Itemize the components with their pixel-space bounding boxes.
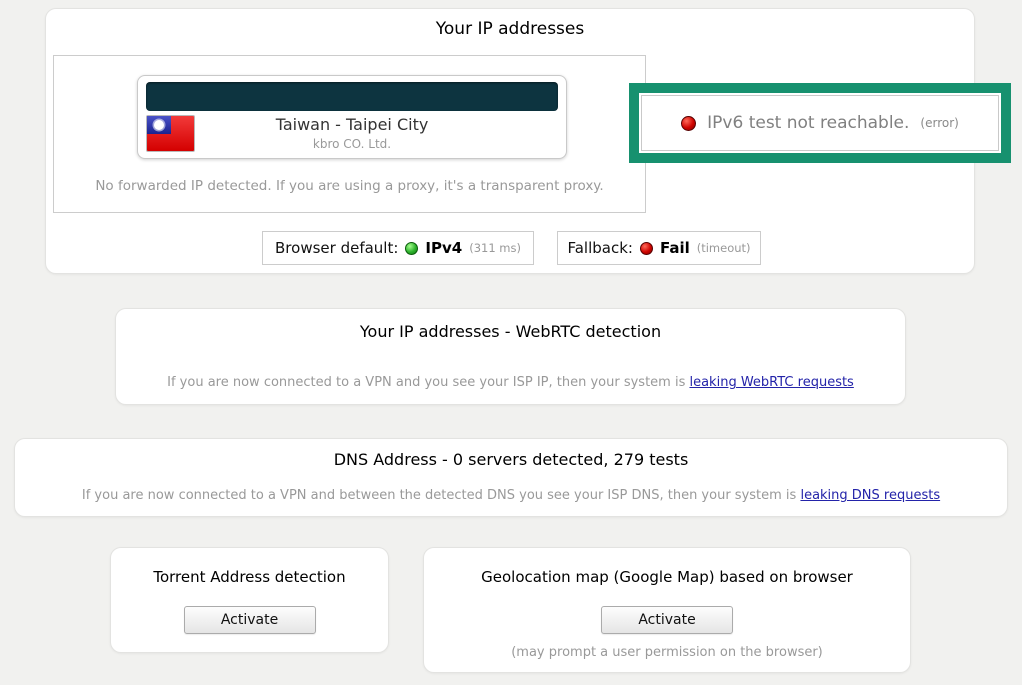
webrtc-description-text: If you are now connected to a VPN and yo…	[167, 375, 689, 390]
forwarded-ip-note: No forwarded IP detected. If you are usi…	[54, 178, 645, 194]
browser-default-status: Browser default: IPv4 (311 ms)	[262, 231, 534, 265]
ip-isp-label: kbro CO. Ltd.	[138, 137, 566, 151]
ipv6-status-detail: (error)	[920, 116, 958, 130]
browser-default-latency: (311 ms)	[469, 241, 521, 255]
fallback-status: Fallback: Fail (timeout)	[557, 231, 761, 265]
webrtc-description: If you are now connected to a VPN and yo…	[116, 375, 905, 390]
dns-description-text: If you are now connected to a VPN and be…	[82, 488, 801, 503]
ipv6-status-box: IPv6 test not reachable. (error)	[641, 95, 999, 151]
status-dot-error-icon	[681, 116, 696, 131]
dns-title: DNS Address - 0 servers detected, 279 te…	[15, 450, 1007, 469]
geolocation-title: Geolocation map (Google Map) based on br…	[424, 568, 910, 586]
dns-card: DNS Address - 0 servers detected, 279 te…	[14, 438, 1008, 517]
ipv6-status-text: IPv6 test not reachable.	[707, 113, 909, 133]
ip-addresses-title: Your IP addresses	[46, 19, 974, 39]
browser-default-value: IPv4	[425, 239, 462, 257]
ip-location-label: Taiwan - Taipei City	[138, 115, 566, 134]
ipv6-highlight-annotation: IPv6 test not reachable. (error)	[629, 83, 1011, 163]
ip-address-redacted	[146, 82, 558, 111]
dns-leak-link[interactable]: leaking DNS requests	[800, 488, 940, 503]
webrtc-card: Your IP addresses - WebRTC detection If …	[115, 308, 906, 405]
torrent-card: Torrent Address detection Activate	[110, 547, 389, 653]
dns-description: If you are now connected to a VPN and be…	[15, 488, 1007, 503]
ip-entry-card: Taiwan - Taipei City kbro CO. Ltd.	[137, 75, 567, 159]
webrtc-title: Your IP addresses - WebRTC detection	[116, 322, 905, 341]
ip-result-panel: Taiwan - Taipei City kbro CO. Ltd. No fo…	[53, 55, 646, 213]
geolocation-permission-note: (may prompt a user permission on the bro…	[424, 645, 910, 660]
geolocation-card: Geolocation map (Google Map) based on br…	[423, 547, 911, 673]
torrent-activate-button[interactable]: Activate	[184, 606, 316, 634]
fallback-value: Fail	[660, 239, 690, 257]
ip-addresses-card: Your IP addresses Taiwan - Taipei City k…	[45, 8, 975, 274]
ip-leak-test-page: Your IP addresses Taiwan - Taipei City k…	[0, 0, 1022, 685]
fallback-detail: (timeout)	[697, 241, 751, 255]
torrent-title: Torrent Address detection	[111, 568, 388, 586]
geolocation-activate-button[interactable]: Activate	[601, 606, 733, 634]
browser-default-label: Browser default:	[275, 239, 398, 257]
webrtc-leak-link[interactable]: leaking WebRTC requests	[689, 375, 853, 390]
status-dot-fail-icon	[640, 242, 653, 255]
status-dot-ok-icon	[405, 242, 418, 255]
fallback-label: Fallback:	[567, 239, 632, 257]
